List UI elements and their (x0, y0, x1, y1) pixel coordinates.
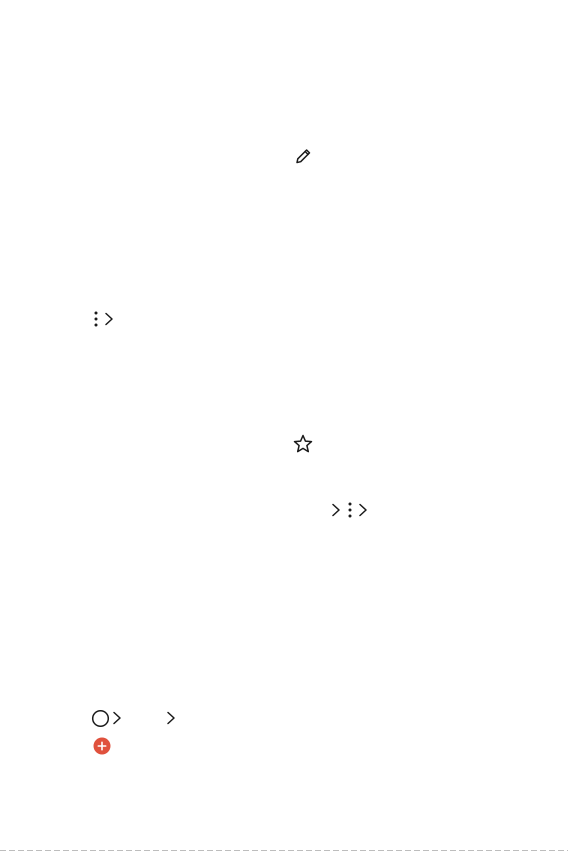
chevron-right-icon (165, 710, 177, 726)
star-outline-icon (292, 433, 314, 455)
pencil-icon (293, 146, 313, 166)
add-circle-icon (93, 737, 111, 755)
chevron-right-icon (111, 710, 123, 726)
chevron-right-icon (357, 502, 369, 518)
chevron-right-icon (330, 502, 342, 518)
more-vertical-icon (345, 501, 355, 519)
chevron-right-icon (103, 311, 115, 327)
more-vertical-icon (91, 310, 101, 328)
home-circle-icon (91, 709, 110, 728)
